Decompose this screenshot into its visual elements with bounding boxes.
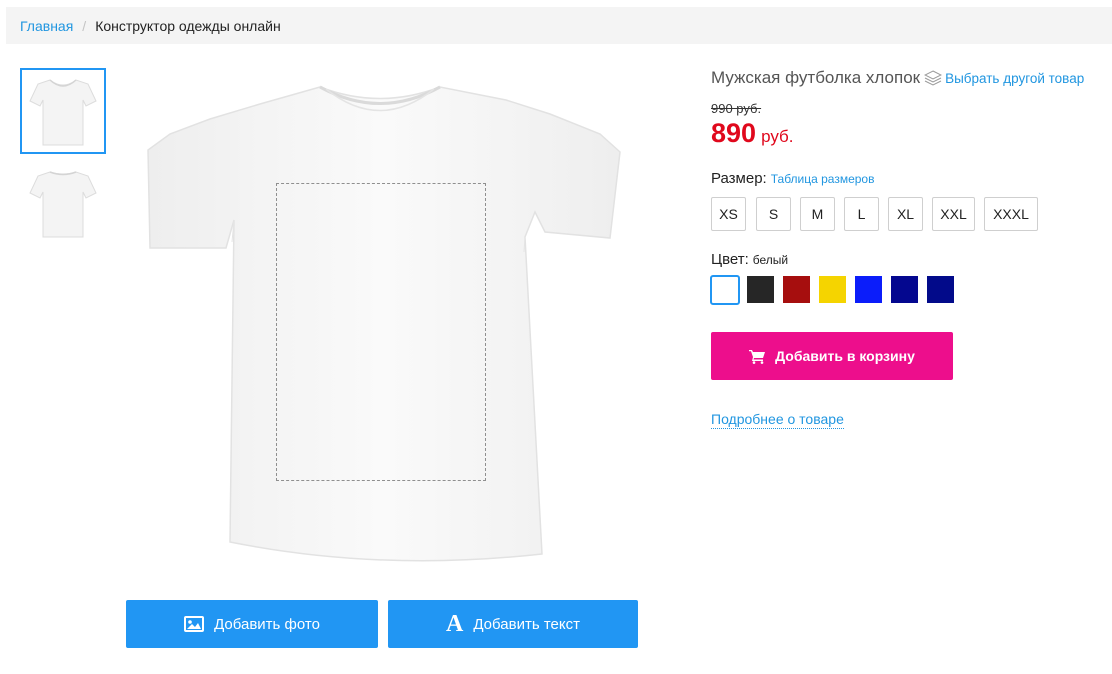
color-swatch-dark-navy[interactable]	[927, 276, 954, 303]
print-area[interactable]	[276, 183, 486, 481]
change-product-link[interactable]: Выбрать другой товар	[924, 70, 1084, 86]
text-icon: A	[446, 611, 464, 637]
breadcrumb-separator: /	[82, 17, 87, 34]
product-title-row: Мужская футболка хлопок Выбрать другой т…	[711, 68, 1084, 88]
size-table-link[interactable]: Таблица размеров	[771, 172, 875, 186]
add-photo-label: Добавить фото	[214, 615, 320, 633]
price-currency: руб.	[761, 127, 794, 146]
breadcrumb-home-link[interactable]: Главная	[20, 18, 73, 34]
size-option-m[interactable]: M	[800, 197, 835, 231]
color-label-row: Цвет: белый	[711, 251, 788, 268]
breadcrumb-current: Конструктор одежды онлайн	[95, 17, 281, 34]
layers-icon	[924, 70, 943, 86]
add-text-button[interactable]: A Добавить текст	[388, 600, 638, 648]
add-to-cart-label: Добавить в корзину	[775, 348, 915, 364]
color-swatch-blue[interactable]	[855, 276, 882, 303]
color-swatch-yellow[interactable]	[819, 276, 846, 303]
cart-icon	[749, 349, 766, 364]
tshirt-front-thumbnail-image	[29, 79, 97, 146]
size-option-xxl[interactable]: XXL	[932, 197, 975, 231]
color-swatch-black[interactable]	[747, 276, 774, 303]
size-option-xl[interactable]: XL	[888, 197, 923, 231]
size-option-l[interactable]: L	[844, 197, 879, 231]
color-swatch-red[interactable]	[783, 276, 810, 303]
size-label: Размер:	[711, 170, 767, 187]
size-option-xxxl[interactable]: XXXL	[984, 197, 1038, 231]
breadcrumb: Главная / Конструктор одежды онлайн	[6, 7, 1112, 44]
price-value: 890	[711, 118, 757, 148]
size-option-xs[interactable]: XS	[711, 197, 746, 231]
product-title: Мужская футболка хлопок	[711, 68, 921, 87]
tshirt-back-thumbnail-image	[29, 171, 97, 238]
change-product-label: Выбрать другой товар	[945, 70, 1085, 86]
color-swatch-white[interactable]	[710, 275, 740, 305]
color-swatch-navy[interactable]	[891, 276, 918, 303]
color-label: Цвет:	[711, 251, 749, 268]
add-photo-button[interactable]: Добавить фото	[126, 600, 378, 648]
old-price: 990 руб.	[711, 101, 762, 116]
add-text-label: Добавить текст	[473, 615, 580, 633]
product-details-link[interactable]: Подробнее о товаре	[711, 411, 844, 429]
size-option-s[interactable]: S	[756, 197, 791, 231]
color-selected-name: белый	[752, 253, 789, 267]
price: 890 руб.	[711, 118, 793, 149]
size-label-row: Размер: Таблица размеров	[711, 170, 874, 187]
thumbnail-front[interactable]	[20, 68, 106, 154]
image-icon	[184, 616, 205, 632]
thumbnail-back[interactable]	[20, 160, 106, 246]
add-to-cart-button[interactable]: Добавить в корзину	[711, 332, 953, 380]
